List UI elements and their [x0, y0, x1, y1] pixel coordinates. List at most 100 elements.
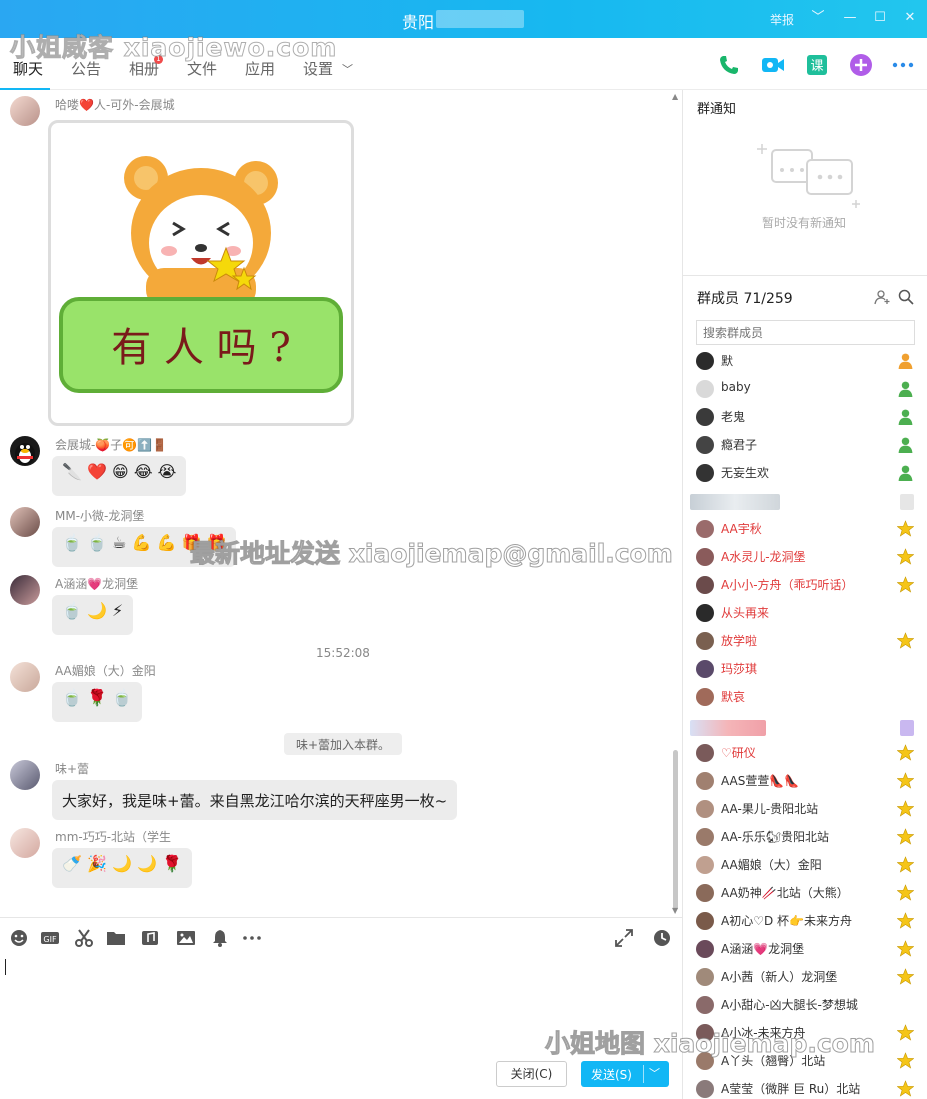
more-icon[interactable]	[891, 53, 915, 77]
send-options-chevron-icon[interactable]: ﹀	[649, 1065, 660, 1081]
music-icon[interactable]	[140, 928, 160, 948]
history-clock-icon[interactable]	[652, 928, 672, 948]
expand-icon[interactable]	[614, 928, 634, 948]
member-item[interactable]: A初心♡D 杯👉未来方舟	[696, 908, 918, 934]
avatar[interactable]	[696, 576, 714, 594]
message-bubble[interactable]: 🔪 ❤️ 😁 😂 😭	[52, 456, 187, 496]
member-item[interactable]: ♡研仪	[696, 740, 918, 766]
add-app-icon[interactable]	[849, 53, 873, 77]
avatar[interactable]	[10, 507, 40, 537]
send-button[interactable]: 发送(S) ﹀	[581, 1061, 669, 1087]
qq-penguin-avatar[interactable]	[10, 436, 40, 466]
send-label: 发送(S)	[591, 1068, 632, 1082]
avatar[interactable]	[696, 464, 714, 482]
avatar[interactable]	[696, 744, 714, 762]
avatar[interactable]	[696, 660, 714, 678]
avatar[interactable]	[696, 772, 714, 790]
phone-icon[interactable]	[717, 53, 741, 77]
avatar[interactable]	[696, 800, 714, 818]
sticker-image[interactable]: 有 人 吗 ?	[48, 120, 354, 426]
member-item[interactable]: A小茜（新人）龙洞堡	[696, 964, 918, 990]
add-member-icon[interactable]	[874, 289, 890, 305]
avatar[interactable]	[696, 632, 714, 650]
emoji-icon[interactable]	[9, 928, 29, 948]
member-item[interactable]: A小小-方舟（乖巧听话）	[696, 572, 918, 598]
member-item[interactable]: 玛莎琪	[696, 656, 918, 682]
scroll-thumb[interactable]	[673, 750, 678, 910]
avatar[interactable]	[696, 884, 714, 902]
message-bubble[interactable]: 大家好，我是味+蕾。来自黑龙江哈尔滨的天秤座男一枚~	[52, 780, 458, 820]
avatar[interactable]	[696, 352, 714, 370]
scroll-down-icon[interactable]: ▼	[672, 906, 678, 915]
member-item[interactable]: AAS萱萱👠👠	[696, 768, 918, 794]
member-item[interactable]: 放学啦	[696, 628, 918, 654]
avatar[interactable]	[10, 96, 40, 126]
member-item[interactable]: 默	[696, 348, 918, 374]
member-item[interactable]: 从头再来	[696, 600, 918, 626]
course-icon[interactable]: 课	[805, 53, 829, 77]
gif-icon[interactable]: GIF	[40, 928, 60, 948]
member-item[interactable]: AA媚娘（大）金阳	[696, 852, 918, 878]
avatar[interactable]	[696, 548, 714, 566]
notice-empty-text: 暂时没有新通知	[762, 216, 847, 230]
member-item[interactable]: A水灵儿-龙洞堡	[696, 544, 918, 570]
settings-chevron-icon[interactable]: ﹀	[342, 61, 353, 77]
avatar[interactable]	[696, 856, 714, 874]
member-item[interactable]: baby	[696, 376, 918, 402]
report-link[interactable]: 举报	[770, 11, 794, 28]
message-bubble[interactable]: 🍵 🌹 🍵	[52, 682, 142, 722]
avatar[interactable]	[696, 688, 714, 706]
avatar[interactable]	[696, 1080, 714, 1098]
video-icon[interactable]	[761, 53, 785, 77]
emoji-text: 🎉	[87, 854, 107, 873]
avatar[interactable]	[696, 912, 714, 930]
member-item[interactable]: AA宇秋	[696, 516, 918, 542]
avatar[interactable]	[696, 380, 714, 398]
avatar[interactable]	[696, 828, 714, 846]
member-item[interactable]: AA-果儿-贵阳北站	[696, 796, 918, 822]
member-item[interactable]: 默哀	[696, 684, 918, 710]
avatar[interactable]	[696, 408, 714, 426]
folder-icon[interactable]	[106, 928, 126, 948]
member-item[interactable]: AA奶神🥢北站（大熊）	[696, 880, 918, 906]
member-search-input[interactable]	[696, 320, 915, 345]
chevron-down-icon[interactable]: ﹀	[808, 8, 828, 28]
emoji-text: ⚡	[112, 601, 124, 620]
sender-name: 哈喽❤️人-可外-会展城	[55, 98, 175, 112]
emoji-text: 🔪	[62, 462, 82, 481]
member-item[interactable]: A小甜心-凶大腿长-梦想城	[696, 992, 918, 1018]
bell-icon[interactable]	[210, 928, 230, 948]
more-icon[interactable]	[242, 928, 262, 948]
member-item[interactable]: AA-乐乐🐿贵阳北站	[696, 824, 918, 850]
close-icon[interactable]: ✕	[900, 8, 920, 28]
avatar[interactable]	[696, 968, 714, 986]
avatar[interactable]	[10, 828, 40, 858]
chat-area[interactable]: 哈喽❤️人-可外-会展城 有 人 吗 ? 会展城-🍑子🉑⬆️🚪 🔪 ❤️ 😁 😂…	[0, 90, 682, 917]
avatar[interactable]	[10, 575, 40, 605]
sender-name: 会展城-🍑子🉑⬆️🚪	[55, 438, 168, 452]
member-item[interactable]: 老鬼	[696, 404, 918, 430]
member-item[interactable]: A涵涵💗龙洞堡	[696, 936, 918, 962]
message-bubble[interactable]: 🍼 🎉 🌙 🌙 🌹	[52, 848, 192, 888]
minimize-icon[interactable]: —	[840, 8, 860, 28]
chat-scrollbar[interactable]: ▲ ▼	[672, 92, 680, 915]
star-icon	[897, 1080, 914, 1097]
avatar[interactable]	[10, 760, 40, 790]
avatar[interactable]	[696, 436, 714, 454]
image-icon[interactable]	[176, 928, 196, 948]
avatar[interactable]	[696, 996, 714, 1014]
star-icon	[897, 520, 914, 537]
member-item[interactable]: 无妄生欢	[696, 460, 918, 486]
close-button[interactable]: 关闭(C)	[496, 1061, 567, 1087]
member-item[interactable]: A莹莹（微胖 巨 Ru）北站	[696, 1076, 918, 1099]
scissors-icon[interactable]	[74, 928, 94, 948]
message-bubble[interactable]: 🍵 🌙 ⚡	[52, 595, 134, 635]
scroll-up-icon[interactable]: ▲	[672, 92, 678, 101]
avatar[interactable]	[696, 604, 714, 622]
search-icon[interactable]	[898, 289, 914, 305]
member-item[interactable]: 瘾君子	[696, 432, 918, 458]
maximize-icon[interactable]: ☐	[870, 8, 890, 28]
avatar[interactable]	[10, 662, 40, 692]
avatar[interactable]	[696, 520, 714, 538]
avatar[interactable]	[696, 940, 714, 958]
